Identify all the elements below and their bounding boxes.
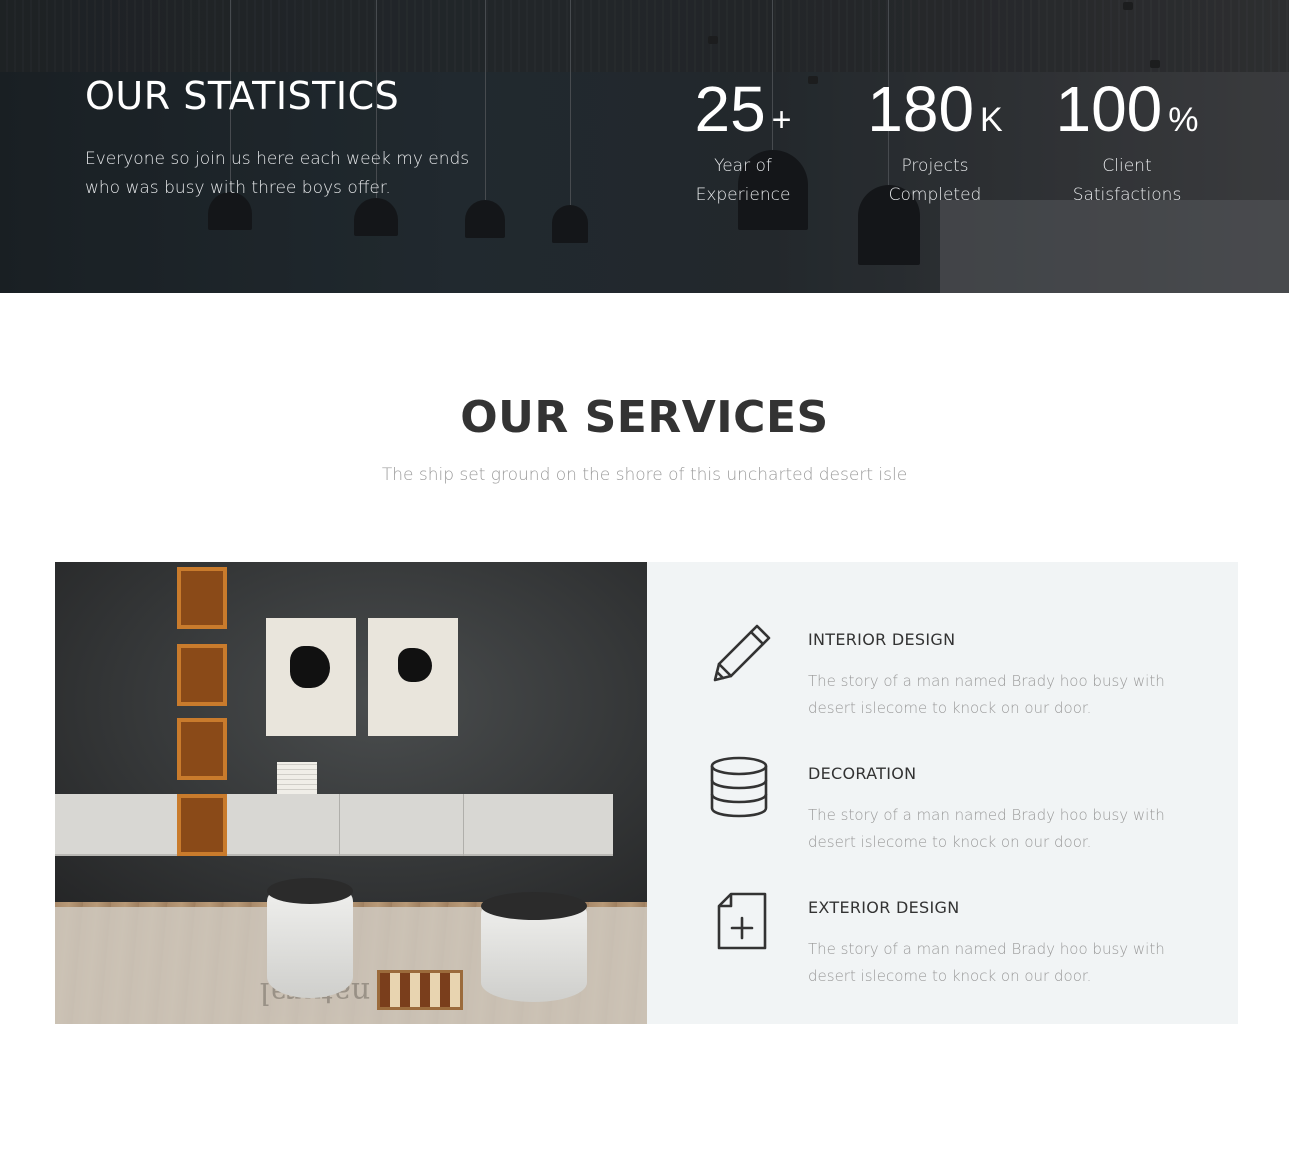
statistics-section: OUR STATISTICS Everyone so join us here … <box>0 0 1289 293</box>
art-frame <box>266 618 356 736</box>
stat-label: Projects Completed <box>888 156 982 205</box>
cabinet-divider <box>339 794 340 856</box>
services-room-image: natural one <box>55 562 647 1024</box>
service-title: DECORATION <box>808 764 917 783</box>
orange-shelf <box>177 644 227 706</box>
cabinet-divider <box>463 794 464 856</box>
pencil-icon <box>713 624 771 682</box>
statistics-description: Everyone so join us here each week my en… <box>85 149 470 198</box>
stat-experience: 25 + Year of Experience <box>672 74 814 210</box>
service-item[interactable]: DECORATION The story of a man named Brad… <box>647 756 1238 866</box>
stat-number: 100 <box>1055 73 1163 145</box>
orange-shelf <box>177 567 227 629</box>
stat-suffix: % <box>1168 101 1199 139</box>
service-item[interactable]: INTERIOR DESIGN The story of a man named… <box>647 622 1238 732</box>
file-plus-icon <box>717 892 767 950</box>
room-wall <box>55 562 647 912</box>
stat-label: Year of Experience <box>695 156 791 205</box>
service-description: The story of a man named Brady hoo busy … <box>808 940 1165 985</box>
chess-board <box>377 970 463 1010</box>
ink-splat <box>290 646 330 688</box>
pouf-top <box>267 878 353 904</box>
orange-shelf <box>177 794 227 856</box>
orange-shelf <box>177 718 227 780</box>
stat-satisfaction: 100% Client Satisfactions <box>1048 74 1206 210</box>
stat-label: Client Satisfactions <box>1072 156 1182 205</box>
wall-cabinet <box>55 794 613 856</box>
book-stack <box>277 762 317 794</box>
service-item[interactable]: EXTERIOR DESIGN The story of a man named… <box>647 890 1238 1000</box>
stat-projects: 180 K Projects Completed <box>860 74 1010 210</box>
services-title: OUR SERVICES <box>460 392 829 443</box>
service-title: INTERIOR DESIGN <box>808 630 956 649</box>
service-title: EXTERIOR DESIGN <box>808 898 960 917</box>
services-panel: INTERIOR DESIGN The story of a man named… <box>647 562 1238 1024</box>
service-description: The story of a man named Brady hoo busy … <box>808 806 1165 851</box>
art-frame <box>368 618 458 736</box>
stat-suffix: K <box>980 101 1003 139</box>
statistics-title: OUR STATISTICS <box>85 74 400 118</box>
stat-number: 180 <box>867 73 975 145</box>
service-description: The story of a man named Brady hoo busy … <box>808 672 1165 717</box>
ink-splat <box>398 648 432 682</box>
pouf-top <box>481 892 587 920</box>
database-icon <box>710 756 768 818</box>
stat-suffix: + <box>771 101 792 139</box>
stat-number: 25 <box>694 73 766 145</box>
services-subtitle: The ship set ground on the shore of this… <box>381 465 908 485</box>
